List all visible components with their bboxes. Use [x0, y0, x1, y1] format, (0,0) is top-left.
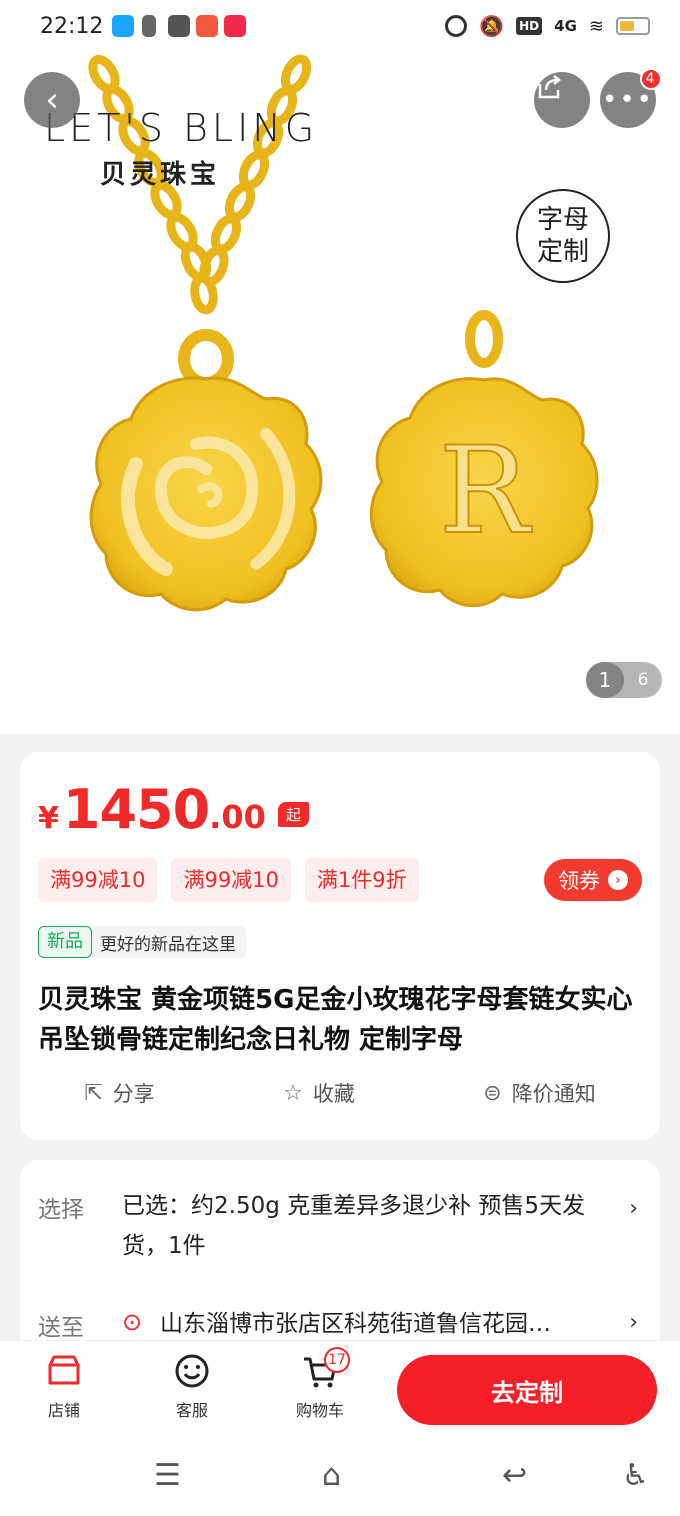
service-label: 客服 — [175, 1401, 208, 1420]
more-dots-icon: ••• — [601, 85, 654, 115]
cart-label: 购物车 — [295, 1401, 344, 1420]
price-alert-label: 降价通知 — [511, 1082, 596, 1106]
product-image-carousel[interactable]: R LET'S BLING 贝灵珠宝 字母定制 ‹ ••• 4 1 6 — [0, 54, 680, 734]
options-card: 选择 已选：约2.50g 克重差异多退少补 预售5天发货，1件 › 送至 ⊙ 山… — [20, 1160, 660, 1360]
location-pin-icon: ⊙ — [122, 1308, 143, 1336]
share-label: 分享 — [112, 1082, 155, 1106]
new-tag-text: 更好的新品在这里 — [100, 934, 236, 955]
hd-icon: HD — [516, 17, 543, 35]
pager-total: 6 — [637, 670, 649, 690]
scan-app-icon — [168, 15, 190, 37]
alarm-icon — [445, 15, 468, 37]
accessibility-icon[interactable]: ♿ — [622, 1458, 649, 1493]
qq-app-icon — [112, 15, 134, 37]
product-actions: ⇱ 分享 ☆ 收藏 ⊜ 降价通知 — [20, 1078, 660, 1108]
coupon-tag[interactable]: 满1件9折 — [304, 858, 419, 902]
chat-smile-icon — [175, 1354, 209, 1388]
brand-logo-en: LET'S BLING — [44, 106, 319, 150]
chevron-right-icon: › — [629, 1310, 638, 1335]
product-title: 贝灵珠宝 黄金项链5G足金小玫瑰花字母套链女实心吊坠锁骨链定制纪念日礼物 定制字… — [38, 985, 633, 1055]
get-coupon-button[interactable]: 领券 › — [544, 859, 642, 901]
sim-app-icon — [142, 15, 156, 37]
svg-text:R: R — [439, 422, 533, 561]
product-detail-page: { "status_bar": { "time": "22:12", "netw… — [0, 0, 680, 1516]
cart-button[interactable]: 17 购物车 — [280, 1347, 360, 1421]
wifi-icon: ≋ — [588, 15, 604, 37]
network-label: 4G — [554, 17, 577, 35]
product-info-card: ¥ 1450 .00 起 满99减10 满99减10 满1件9折 领券 › 新品… — [20, 752, 660, 1140]
custom-letter-badge: 字母定制 — [516, 189, 610, 283]
price-from-tag: 起 — [277, 802, 309, 827]
coupon-list: 满99减10 满99减10 满1件9折 — [38, 858, 419, 902]
coupon-tag[interactable]: 满99减10 — [171, 858, 291, 902]
more-button[interactable]: ••• 4 — [600, 68, 662, 128]
battery-icon — [616, 17, 650, 35]
customer-service-button[interactable]: 客服 — [152, 1351, 232, 1421]
new-tag-label: 新品 — [38, 926, 92, 958]
status-time: 22:12 — [40, 14, 104, 39]
customize-button[interactable]: 去定制 — [397, 1355, 657, 1425]
price: ¥ 1450 .00 起 — [38, 778, 309, 841]
coupon-tag[interactable]: 满99减10 — [38, 858, 158, 902]
brand-logo-cn: 贝灵珠宝 — [100, 160, 221, 190]
get-coupon-label: 领券 — [558, 869, 600, 893]
game-app-icon — [196, 15, 218, 37]
favorite-label: 收藏 — [312, 1082, 355, 1106]
bottom-action-bar: 店铺 客服 17 购物车 去定制 — [0, 1340, 680, 1436]
store-icon — [48, 1355, 80, 1385]
share-icon: ⇱ — [84, 1080, 103, 1106]
price-alert-action[interactable]: ⊜ 降价通知 — [483, 1078, 595, 1108]
price-currency: ¥ — [38, 801, 59, 836]
cart-count-badge: 17 — [324, 1347, 350, 1373]
status-bar: 22:12 🔕 HD 4G ≋ — [0, 0, 680, 54]
back-nav-icon[interactable]: ↩ — [502, 1458, 527, 1493]
delivery-label: 送至 — [38, 1315, 84, 1341]
more-count-badge: 4 — [640, 68, 662, 90]
selection-value: 已选：约2.50g 克重差异多退少补 预售5天发货，1件 — [122, 1193, 586, 1259]
home-icon[interactable]: ⌂ — [322, 1458, 341, 1493]
mute-icon: 🔕 — [479, 14, 505, 38]
store-button[interactable]: 店铺 — [24, 1351, 104, 1421]
share-button[interactable] — [534, 72, 590, 128]
star-icon: ☆ — [283, 1080, 303, 1106]
delivery-address: 山东淄博市张店区科苑街道鲁信花园… — [160, 1311, 551, 1337]
system-nav-bar: ☰ ⌂ ↩ ♿ — [0, 1436, 680, 1516]
price-decimal: .00 — [209, 798, 266, 836]
shop-app-icon — [224, 15, 246, 37]
share-icon — [538, 75, 562, 99]
arrow-right-icon: › — [608, 870, 628, 890]
price-integer: 1450 — [62, 778, 210, 841]
store-label: 店铺 — [47, 1401, 80, 1420]
menu-icon[interactable]: ☰ — [154, 1458, 181, 1493]
new-product-tag[interactable]: 新品 更好的新品在这里 — [38, 926, 246, 958]
share-action[interactable]: ⇱ 分享 — [84, 1078, 154, 1108]
chevron-left-icon: ‹ — [45, 80, 59, 120]
selection-label: 选择 — [38, 1197, 84, 1223]
pager-current: 1 — [586, 662, 624, 698]
chevron-right-icon: › — [629, 1196, 638, 1221]
image-pager: 1 6 — [586, 662, 662, 698]
favorite-action[interactable]: ☆ 收藏 — [283, 1078, 355, 1108]
status-indicators: 🔕 HD 4G ≋ — [445, 14, 650, 38]
yuan-alert-icon: ⊜ — [483, 1080, 502, 1106]
back-button[interactable]: ‹ — [24, 72, 80, 128]
